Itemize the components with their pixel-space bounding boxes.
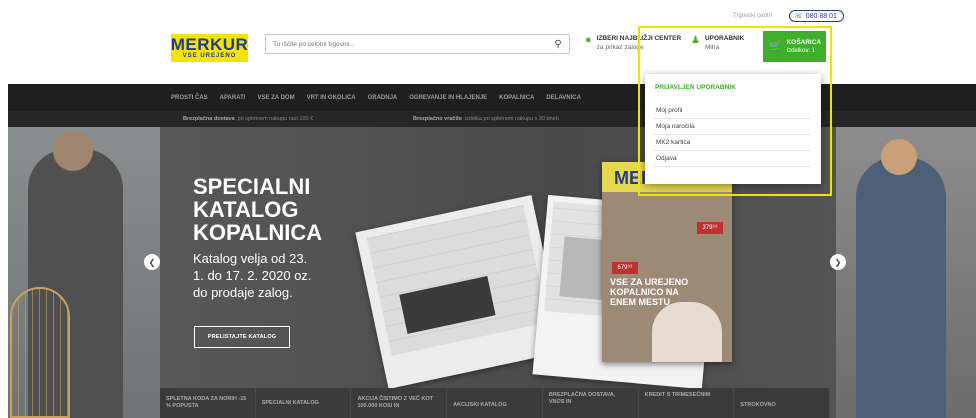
nav-item-vrt-in-okolica[interactable]: VRT IN OKOLICA — [307, 95, 356, 101]
catalog-cover-image: MER 379⁹⁹ 679⁹⁹ VSE ZA UREJENO KOPALNICO… — [602, 162, 732, 362]
cover-price-tag: 379⁹⁹ — [697, 222, 723, 234]
cart-button[interactable]: 🛒 KOŠARICA Izdelkov: 1 — [763, 31, 826, 62]
menu-item-mk2-card[interactable]: MK2 kartica — [653, 135, 811, 151]
user-menu-title: UPORABNIK — [704, 35, 745, 42]
promo-free-delivery: Brezplačna dostava pri spletnem nakupu n… — [183, 111, 313, 127]
cart-icon: 🛒 — [769, 41, 782, 52]
nav-item-delavnica[interactable]: DELAVNICA — [546, 95, 581, 101]
promo-free-delivery-text: pri spletnem nakupu nad 100 € — [237, 116, 314, 122]
promo-free-return: Brezplačno vračilo izdelka pri spletnem … — [413, 111, 559, 127]
carousel-tab[interactable]: AKCIJA ČISTIMO Z VEČ KOT 100.000 KOSI IN — [351, 388, 448, 418]
search-input[interactable] — [266, 40, 547, 48]
phone-badge[interactable]: ☏ 080 88 01 — [789, 10, 844, 22]
hero-title: SPECIALNI KATALOG KOPALNICA — [193, 174, 323, 245]
menu-item-logout[interactable]: Odjava — [653, 151, 811, 167]
user-name: Miha — [704, 44, 720, 51]
promo-free-delivery-bold: Brezplačna dostava — [183, 116, 235, 122]
carousel-tab[interactable]: STROKOVNO — [734, 388, 831, 418]
search-bar: ⚲ — [265, 34, 570, 54]
nav-item-vse-za-dom[interactable]: VSE ZA DOM — [257, 95, 294, 101]
carousel-tabs: SPLETNA KODA ZA NORIH -15 % POPUSTA SPEC… — [160, 388, 831, 418]
carousel-tab[interactable]: SPECIALNI KATALOG — [256, 388, 352, 418]
carousel-next-button[interactable]: ❯ — [830, 254, 846, 270]
logo-wordmark: MERKUR — [170, 35, 249, 54]
store-selector-title: IZBERI NAJBLIŽJI CENTER — [596, 35, 682, 42]
carousel-tab[interactable]: AKCIJSKI KATALOG — [447, 388, 543, 418]
nav-item-prosti-cas[interactable]: PROSTI ČAS — [171, 95, 208, 101]
phone-number: 080 88 01 — [805, 12, 837, 20]
user-dropdown-title: PRIJAVLJEN UPORABNIK — [655, 84, 736, 91]
carousel-tab[interactable]: KREDIT S TRIMESEČNIM — [639, 388, 735, 418]
cover-price-tag: 679⁹⁹ — [612, 262, 638, 274]
main-nav-items: PROSTI ČAS APARATI VSE ZA DOM VRT IN OKO… — [171, 84, 581, 111]
user-dropdown: PRIJAVLJEN UPORABNIK Moj profil Moja nar… — [645, 74, 821, 184]
merkur-logo[interactable]: MERKUR VSE UREJENO — [171, 34, 248, 62]
menu-item-my-profile[interactable]: Moj profil — [653, 103, 811, 119]
browse-catalog-button[interactable]: PRELISTAJTE KATALOG — [194, 326, 290, 348]
carousel-tab[interactable]: SPLETNA KODA ZA NORIH -15 % POPUSTA — [160, 388, 256, 418]
hero-carousel: SPECIALNI KATALOG KOPALNICA Katalog velj… — [8, 127, 976, 418]
store-selector[interactable]: ● IZBERI NAJBLIŽJI CENTER za prikaz zalo… — [585, 34, 682, 52]
promo-free-return-bold: Brezplačno vračilo — [413, 116, 462, 122]
hero-right-image — [836, 127, 976, 418]
nav-item-gradnja[interactable]: GRADNJA — [368, 95, 398, 101]
location-pin-icon: ● — [585, 34, 592, 46]
user-icon: ♟ — [691, 35, 700, 46]
nav-item-kopalnica[interactable]: KOPALNICA — [499, 95, 534, 101]
cart-count: Izdelkov: 1 — [786, 48, 816, 54]
chevron-left-icon: ❮ — [148, 257, 156, 267]
nav-item-aparati[interactable]: APARATI — [220, 95, 246, 101]
store-selector-sub: za prikaz zaloge — [596, 44, 644, 51]
stores-link[interactable]: Trgovski centri — [733, 13, 772, 19]
logo-tagline: VSE UREJENO — [182, 53, 237, 59]
hero-left-image — [8, 127, 160, 418]
chevron-right-icon: ❯ — [834, 257, 842, 267]
nav-item-ogrevanje[interactable]: OGREVANJE IN HLAJENJE — [409, 95, 487, 101]
phone-icon: ☏ — [794, 13, 803, 20]
carousel-tab[interactable]: BREZPLAČNA DOSTAVA, VNOS IN — [543, 388, 639, 418]
hero-subtitle: Katalog velja od 23. 1. do 17. 2. 2020 o… — [193, 251, 312, 300]
menu-item-my-orders[interactable]: Moja naročila — [653, 119, 811, 135]
cart-title: KOŠARICA — [786, 39, 822, 46]
carousel-prev-button[interactable]: ❮ — [144, 254, 160, 270]
promo-free-return-text: izdelka pri spletnem nakupu v 30 dneh — [464, 116, 559, 122]
search-icon[interactable]: ⚲ — [547, 39, 569, 50]
merkur-homepage: Trgovski centri ☏ 080 88 01 MERKUR VSE U… — [0, 0, 976, 418]
user-menu[interactable]: ♟ UPORABNIK Miha — [691, 35, 744, 51]
